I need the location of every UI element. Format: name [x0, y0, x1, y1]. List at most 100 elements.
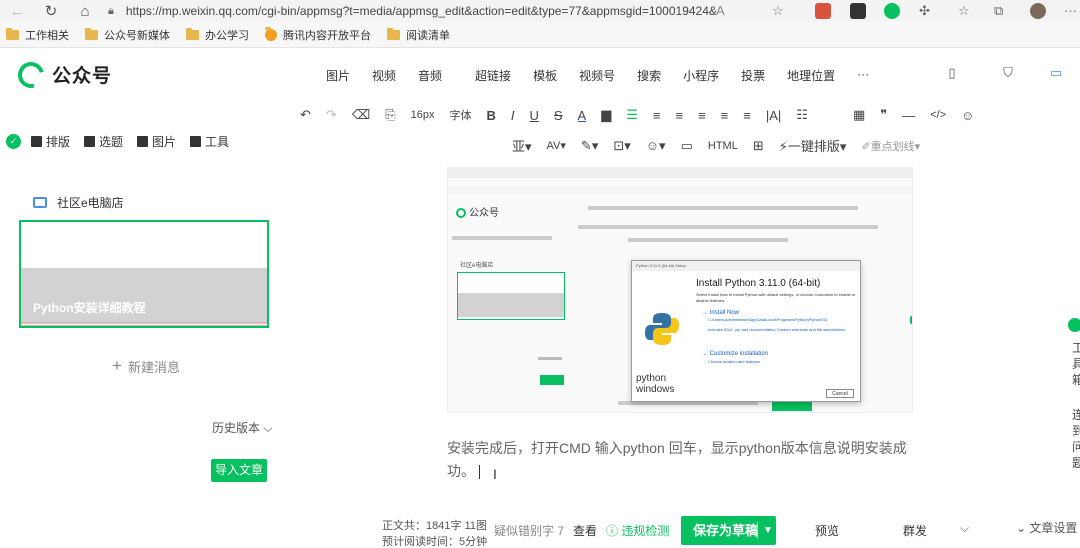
- shield-icon[interactable]: ⛉: [1000, 65, 1016, 81]
- redo-icon[interactable]: ↷: [326, 107, 337, 123]
- extension-icon[interactable]: [815, 3, 831, 19]
- reload-icon[interactable]: ↻: [34, 2, 68, 20]
- indent-icon[interactable]: ≡: [743, 108, 751, 123]
- insert-search[interactable]: 搜索: [637, 67, 661, 84]
- app-logo[interactable]: 公众号: [13, 56, 112, 93]
- mini-article-card: [457, 272, 565, 320]
- word-spacing-icon[interactable]: AV▾: [547, 139, 566, 152]
- wechat-mp-logo-icon: [456, 208, 466, 219]
- left-tabs: ✓ 排版 选题 图片 工具: [6, 133, 243, 150]
- monitor-icon[interactable]: ▭: [1048, 65, 1064, 81]
- divider-icon[interactable]: —: [902, 108, 915, 123]
- insert-location[interactable]: 地理位置: [787, 67, 835, 84]
- highlight-icon[interactable]: ✎▾: [581, 138, 598, 154]
- folder-icon: [85, 27, 98, 40]
- italic-icon[interactable]: I: [511, 108, 515, 123]
- mass-send-button[interactable]: 群发: [903, 522, 927, 539]
- address-bar[interactable]: https://mp.weixin.qq.com/cgi-bin/appmsg?…: [126, 4, 716, 18]
- lock-icon[interactable]: 🔒︎: [108, 5, 114, 18]
- undo-icon[interactable]: ↶: [300, 107, 311, 123]
- home-icon[interactable]: ⌂: [68, 3, 102, 20]
- bold-icon[interactable]: B: [486, 108, 495, 123]
- strikethrough-icon[interactable]: S: [554, 108, 563, 123]
- align-justify-icon[interactable]: ≡: [721, 108, 729, 123]
- tab-image[interactable]: 图片: [137, 133, 176, 150]
- violation-check-button[interactable]: ⓘ 违规检测: [606, 522, 669, 539]
- insert-audio[interactable]: 音频: [418, 67, 442, 84]
- view-typos-link[interactable]: 查看: [573, 522, 597, 539]
- install-now-desc: Includes IDLE, pip and documentation Cre…: [708, 327, 846, 332]
- font-family-select[interactable]: 字体: [449, 107, 471, 123]
- background-color-icon[interactable]: ▆: [601, 107, 611, 123]
- insert-channels[interactable]: 视频号: [579, 67, 615, 84]
- bookmark-folder[interactable]: 公众号新媒体: [85, 27, 170, 43]
- format-painter-icon[interactable]: ⎘: [385, 107, 395, 123]
- image-insert-icon[interactable]: ⊡▾: [613, 138, 630, 154]
- article-settings-button[interactable]: ⌄ 文章设置: [1016, 519, 1077, 536]
- mini-import-button: [540, 375, 564, 385]
- format-toolbar: ↶ ↷ ⌫ ⎘ 16px 字体 B I U S A ▆ ☰ ≡ ≡ ≡ ≡ ≡ …: [300, 107, 989, 123]
- emoji-icon[interactable]: ☺: [961, 108, 974, 123]
- font-color-icon[interactable]: A: [578, 108, 587, 123]
- wechat-badge-icon[interactable]: ✓: [6, 134, 21, 149]
- bookmark-folder[interactable]: 工作相关: [6, 27, 69, 43]
- extension-icon[interactable]: [850, 3, 866, 19]
- puzzle-icon[interactable]: ✣: [919, 3, 935, 19]
- editor-paragraph[interactable]: 安装完成后，打开CMD 输入python 回车，显示python版本信息说明安装…: [447, 437, 922, 483]
- import-article-button[interactable]: 导入文章: [211, 459, 267, 482]
- sticker-icon[interactable]: ☺▾: [646, 138, 666, 154]
- underline-icon[interactable]: U: [529, 108, 538, 123]
- line-height-icon[interactable]: ≡: [698, 108, 706, 123]
- assistant-bubble-icon[interactable]: [1068, 318, 1080, 332]
- more-icon[interactable]: ···: [1064, 3, 1080, 19]
- one-key-layout-button[interactable]: ⚡一键排版▾: [779, 136, 847, 155]
- chevron-down-icon: ⌵: [263, 421, 273, 435]
- history-version-button[interactable]: 历史版本 ⌵: [212, 419, 272, 436]
- insert-video[interactable]: 视频: [372, 67, 396, 84]
- first-line-indent-icon[interactable]: 亚▾: [512, 136, 532, 155]
- quote-icon[interactable]: ❞: [880, 107, 887, 123]
- favorite-icon[interactable]: ☆: [772, 3, 788, 19]
- document-icon[interactable]: ▯: [944, 65, 960, 81]
- insert-menu: 图片 视频 音频 超链接 模板 视频号 搜索 小程序 投票 地理位置 ···: [326, 67, 891, 84]
- collections-icon[interactable]: ⧉: [994, 3, 1010, 19]
- article-card[interactable]: Python安装详细教程: [19, 220, 269, 328]
- embedded-screenshot-image[interactable]: 公众号 社区e电脑店 Python 3.11.0 (64-bit) Setup …: [447, 167, 913, 413]
- more-insert[interactable]: ···: [857, 67, 869, 84]
- back-icon[interactable]: ←: [0, 3, 34, 20]
- bookmark-folder[interactable]: 办公学习: [186, 27, 249, 43]
- paragraph-icon[interactable]: ☰: [626, 107, 638, 123]
- code-icon[interactable]: </>: [930, 109, 946, 121]
- preview-button[interactable]: 预览: [815, 522, 839, 539]
- chevron-down-icon[interactable]: ⌵: [960, 521, 969, 536]
- eraser-icon[interactable]: ⌫: [352, 107, 370, 123]
- align-center-icon[interactable]: ≡: [675, 108, 683, 123]
- chevron-down-icon[interactable]: ▼: [763, 516, 773, 545]
- tab-tools[interactable]: 工具: [190, 133, 229, 150]
- bookmark-link[interactable]: 腾讯内容开放平台: [265, 26, 371, 43]
- insert-template[interactable]: 模板: [533, 67, 557, 84]
- tab-layout[interactable]: 排版: [31, 133, 70, 150]
- insert-vote[interactable]: 投票: [741, 67, 765, 84]
- bookmark-icon: [84, 136, 96, 147]
- font-size-select[interactable]: 16px: [411, 109, 435, 121]
- letter-spacing-icon[interactable]: |A|: [766, 108, 781, 123]
- toolbox-icon[interactable]: ⊞: [753, 138, 764, 154]
- bookmark-folder[interactable]: 阅读清单: [387, 27, 450, 43]
- new-message-button[interactable]: + 新建消息: [112, 356, 180, 376]
- insert-hyperlink[interactable]: 超链接: [475, 67, 511, 84]
- read-aloud-icon[interactable]: A: [716, 3, 732, 19]
- insert-image[interactable]: 图片: [326, 67, 350, 84]
- avatar[interactable]: [1030, 3, 1046, 19]
- table-icon[interactable]: ▦: [853, 107, 865, 123]
- video-link-icon[interactable]: ▭: [681, 138, 693, 154]
- extension-icon[interactable]: [884, 3, 900, 19]
- key-highlight-button[interactable]: ✐重点划线▾: [861, 138, 920, 154]
- tab-topic[interactable]: 选题: [84, 133, 123, 150]
- insert-miniprogram[interactable]: 小程序: [683, 67, 719, 84]
- html-icon[interactable]: HTML: [708, 140, 738, 152]
- list-icon[interactable]: ☷: [796, 107, 808, 123]
- align-left-icon[interactable]: ≡: [653, 108, 661, 123]
- save-draft-button[interactable]: 保存为草稿 ▼: [681, 516, 776, 545]
- favorites-list-icon[interactable]: ☆: [958, 3, 974, 19]
